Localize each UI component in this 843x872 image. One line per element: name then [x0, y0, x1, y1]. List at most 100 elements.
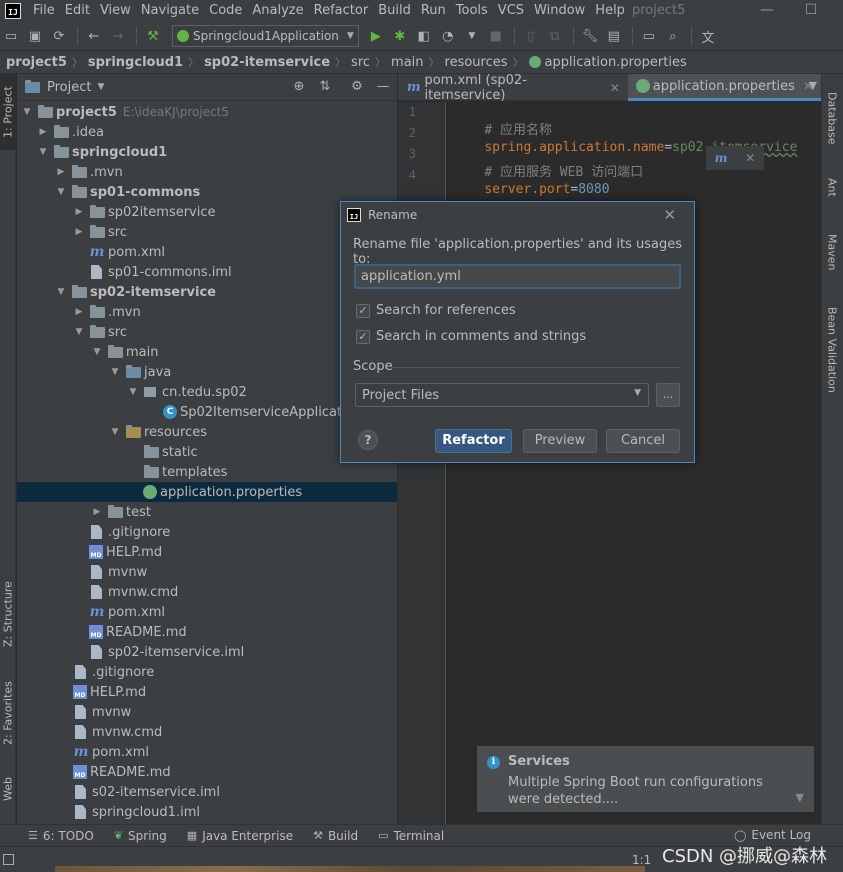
tree-item-gitignore[interactable]: .gitignore	[17, 522, 397, 542]
project-panel-title[interactable]: Project	[47, 80, 91, 95]
device-icon[interactable]: ▯	[520, 25, 542, 47]
hide-panel-icon[interactable]: —	[374, 79, 392, 97]
menu-view[interactable]: View	[95, 0, 136, 22]
debug-icon[interactable]: ✱	[389, 25, 411, 47]
back-icon[interactable]: ←	[83, 25, 105, 47]
tab-ant[interactable]: Ant	[821, 166, 843, 208]
tab-favorites[interactable]: 2: Favorites	[0, 672, 16, 754]
tab-pom-xml[interactable]: m pom.xml (sp02-itemservice) ✕	[398, 73, 628, 103]
chevron-down-icon[interactable]: ▼	[97, 82, 104, 92]
maximize-icon[interactable]: ☐	[791, 0, 831, 22]
expand-arrow-icon[interactable]: ▼	[21, 107, 33, 117]
tree-item-mvnw[interactable]: mvnw	[17, 702, 397, 722]
tree-item-pom[interactable]: m pom.xml	[17, 742, 397, 762]
tab-todo[interactable]: ☰ 6: TODO	[28, 829, 94, 843]
tree-item-iml[interactable]: s02-itemservice.iml	[17, 782, 397, 802]
expand-arrow-icon[interactable]: ▼	[55, 287, 67, 297]
search-references-checkbox[interactable]: ✓ Search for references	[356, 303, 516, 318]
collapse-arrow-icon[interactable]: ▶	[37, 127, 49, 137]
close-icon[interactable]: ✕	[663, 206, 676, 224]
expand-arrow-icon[interactable]: ▼	[127, 387, 139, 397]
breadcrumb-item[interactable]: application.properties	[545, 55, 687, 70]
translate-icon[interactable]: 文	[697, 25, 719, 47]
open-folder-icon[interactable]: ▭	[0, 25, 22, 47]
expand-arrow-icon[interactable]: ▼	[73, 327, 85, 337]
menu-edit[interactable]: Edit	[60, 0, 95, 22]
tree-item-gitignore[interactable]: .gitignore	[17, 662, 397, 682]
breadcrumb-item[interactable]: main	[391, 55, 423, 70]
scope-more-button[interactable]: ...	[656, 383, 680, 407]
collapse-arrow-icon[interactable]: ▶	[55, 167, 67, 177]
tree-item-readme[interactable]: MD README.md	[17, 622, 397, 642]
tree-item-sp01-commons[interactable]: ▼ sp01-commons	[17, 182, 397, 202]
tab-spring[interactable]: ❦ Spring	[114, 829, 167, 843]
tree-item-templates[interactable]: templates	[17, 462, 397, 482]
tree-item-mvn[interactable]: ▶ .mvn	[17, 162, 397, 182]
run-config-select[interactable]: Springcloud1Application ▼	[172, 25, 359, 47]
gear-icon[interactable]: ⚙	[348, 79, 366, 97]
tree-item-iml[interactable]: springcloud1.iml	[17, 802, 397, 822]
run-icon[interactable]: ▶	[365, 25, 387, 47]
tab-bean-validation[interactable]: Bean Validation	[821, 298, 843, 402]
tab-web[interactable]: Web	[0, 768, 16, 810]
collapse-arrow-icon[interactable]: ▶	[91, 507, 103, 517]
collapse-all-icon[interactable]: ⇅	[316, 79, 334, 97]
search-icon[interactable]: ⌕	[662, 25, 684, 47]
tab-structure[interactable]: Z: Structure	[0, 574, 16, 654]
expand-arrow-icon[interactable]: ▼	[91, 347, 103, 357]
coverage-icon[interactable]: ◧	[413, 25, 435, 47]
breadcrumb-item[interactable]: resources	[445, 55, 508, 70]
stop-icon[interactable]: ■	[485, 25, 507, 47]
menu-window[interactable]: Window	[529, 0, 590, 22]
more-run-icon[interactable]: ▼	[461, 25, 483, 47]
forward-icon[interactable]: →	[107, 25, 129, 47]
tab-event-log[interactable]: ◯ Event Log	[734, 828, 811, 842]
breadcrumb-item[interactable]: project5	[6, 55, 67, 70]
close-icon[interactable]: ✕	[745, 151, 755, 165]
menu-analyze[interactable]: Analyze	[247, 0, 308, 22]
new-name-input[interactable]	[354, 264, 681, 289]
expand-arrow-icon[interactable]: ▼	[109, 367, 121, 377]
menu-help[interactable]: Help	[590, 0, 630, 22]
tree-item-iml[interactable]: sp02-itemservice.iml	[17, 642, 397, 662]
services-notification[interactable]: i Services Multiple Spring Boot run conf…	[477, 746, 814, 812]
menu-code[interactable]: Code	[204, 0, 247, 22]
tab-terminal[interactable]: ▭ Terminal	[378, 829, 444, 843]
tree-item-readme[interactable]: MD README.md	[17, 762, 397, 782]
tree-item-help-md[interactable]: MD HELP.md	[17, 542, 397, 562]
tab-application-properties[interactable]: application.properties ✕	[627, 74, 821, 101]
menu-run[interactable]: Run	[416, 0, 451, 22]
expand-arrow-icon[interactable]: ▼	[109, 427, 121, 437]
scope-select[interactable]: Project Files ▼	[355, 383, 649, 407]
checkmark-icon[interactable]: ✓	[356, 303, 370, 318]
profile-icon[interactable]: ◔	[437, 25, 459, 47]
tab-java-enterprise[interactable]: ▦ Java Enterprise	[187, 829, 293, 843]
project-structure-icon[interactable]: ▤	[603, 25, 625, 47]
breadcrumb-item[interactable]: springcloud1	[88, 55, 183, 70]
help-button[interactable]: ?	[358, 430, 378, 450]
menu-navigate[interactable]: Navigate	[136, 0, 204, 22]
checkmark-icon[interactable]: ✓	[356, 329, 370, 344]
chevron-down-icon[interactable]: ▼	[796, 791, 804, 804]
tree-item-test[interactable]: ▶ test	[17, 502, 397, 522]
tab-project[interactable]: 1: Project	[0, 74, 16, 150]
collapse-arrow-icon[interactable]: ▶	[73, 307, 85, 317]
tree-item-help-md[interactable]: MD HELP.md	[17, 682, 397, 702]
locate-target-icon[interactable]: ⊕	[290, 79, 308, 97]
tree-item-springcloud1[interactable]: ▼ springcloud1	[17, 142, 397, 162]
tree-item-project5[interactable]: ▼ project5 E:\ideaKJ\project5	[17, 102, 397, 122]
attach-icon[interactable]: ⧉	[544, 25, 566, 47]
caret-position[interactable]: 1:1	[632, 853, 651, 867]
tree-item-application-properties[interactable]: application.properties	[17, 482, 397, 502]
collapse-arrow-icon[interactable]: ▶	[73, 227, 85, 237]
breadcrumb-item[interactable]: src	[351, 55, 370, 70]
build-hammer-icon[interactable]: ⚒	[142, 25, 164, 47]
menu-tools[interactable]: Tools	[451, 0, 493, 22]
tree-item-pom[interactable]: m pom.xml	[17, 602, 397, 622]
breadcrumb-item[interactable]: sp02-itemservice	[204, 55, 330, 70]
menu-refactor[interactable]: Refactor	[309, 0, 374, 22]
tree-item-idea[interactable]: ▶ .idea	[17, 122, 397, 142]
settings-wrench-icon[interactable]: 🔧︎	[579, 25, 601, 47]
preview-button[interactable]: Preview	[523, 429, 597, 453]
expand-arrow-icon[interactable]: ▼	[37, 147, 49, 157]
